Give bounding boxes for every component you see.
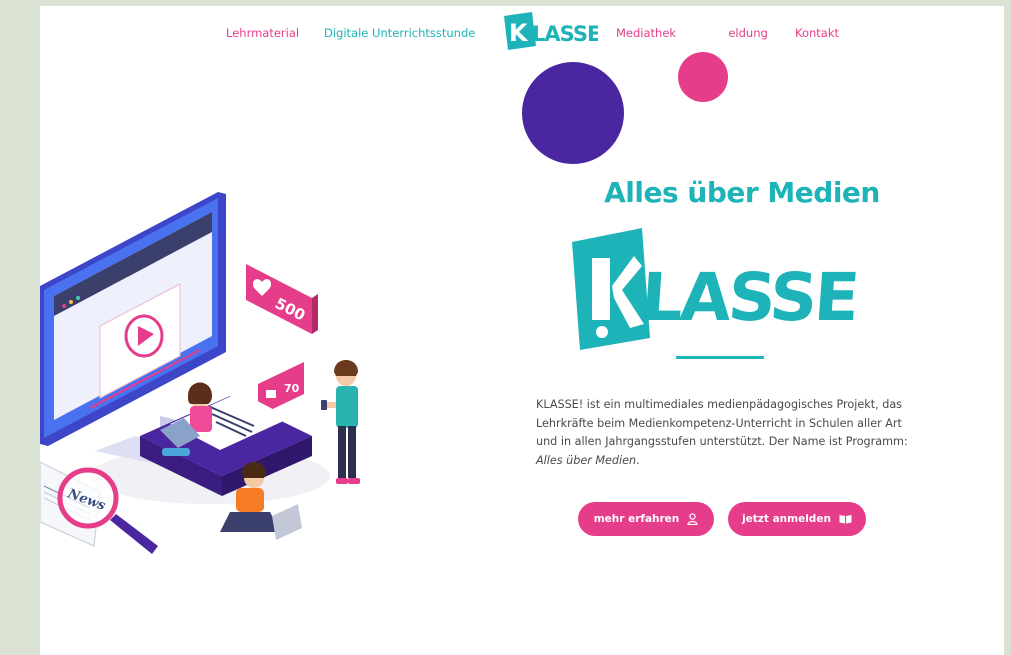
like-badge: 500 (246, 264, 318, 334)
divider-line (676, 356, 764, 359)
intro-text: KLASSE! ist ein multimediales medienpäda… (536, 398, 908, 448)
book-icon (839, 515, 852, 524)
decorative-circle-pink (678, 52, 728, 102)
nav-logo-text: LASSE (532, 22, 598, 46)
decorative-clip (678, 6, 728, 52)
intro-paragraph: KLASSE! ist ein multimediales medienpäda… (536, 396, 912, 470)
svg-text:K: K (509, 19, 529, 47)
main-nav: Lehrmaterial Digitale Unterrichtsstunde … (40, 12, 1004, 52)
page-title: Alles über Medien (604, 176, 880, 209)
intro-emphasis: Alles über Medien (536, 453, 637, 467)
nav-item-lehrmaterial[interactable]: Lehrmaterial (226, 26, 299, 40)
comment-count: 70 (284, 382, 300, 395)
decorative-circle-purple (522, 62, 624, 164)
more-info-button[interactable]: mehr erfahren (578, 502, 714, 536)
svg-text:LASSE: LASSE (638, 259, 859, 336)
user-icon (687, 513, 698, 525)
hero-logo: LASSE (572, 228, 859, 350)
signup-button[interactable]: jetzt anmelden (728, 502, 866, 536)
intro-end: . (636, 453, 640, 467)
media-illustration: 500 70 News (40, 192, 360, 554)
nav-item-digitale-unterrichtsstunde[interactable]: Digitale Unterrichtsstunde (324, 26, 475, 40)
nav-item-mediathek[interactable]: Mediathek (616, 26, 676, 40)
more-info-label: mehr erfahren (593, 513, 680, 525)
page-container: Lehrmaterial Digitale Unterrichtsstunde … (40, 6, 1004, 655)
signup-label: jetzt anmelden (742, 513, 831, 525)
nav-item-kontakt[interactable]: Kontakt (795, 26, 839, 40)
nav-logo[interactable]: K LASSE (502, 12, 598, 50)
